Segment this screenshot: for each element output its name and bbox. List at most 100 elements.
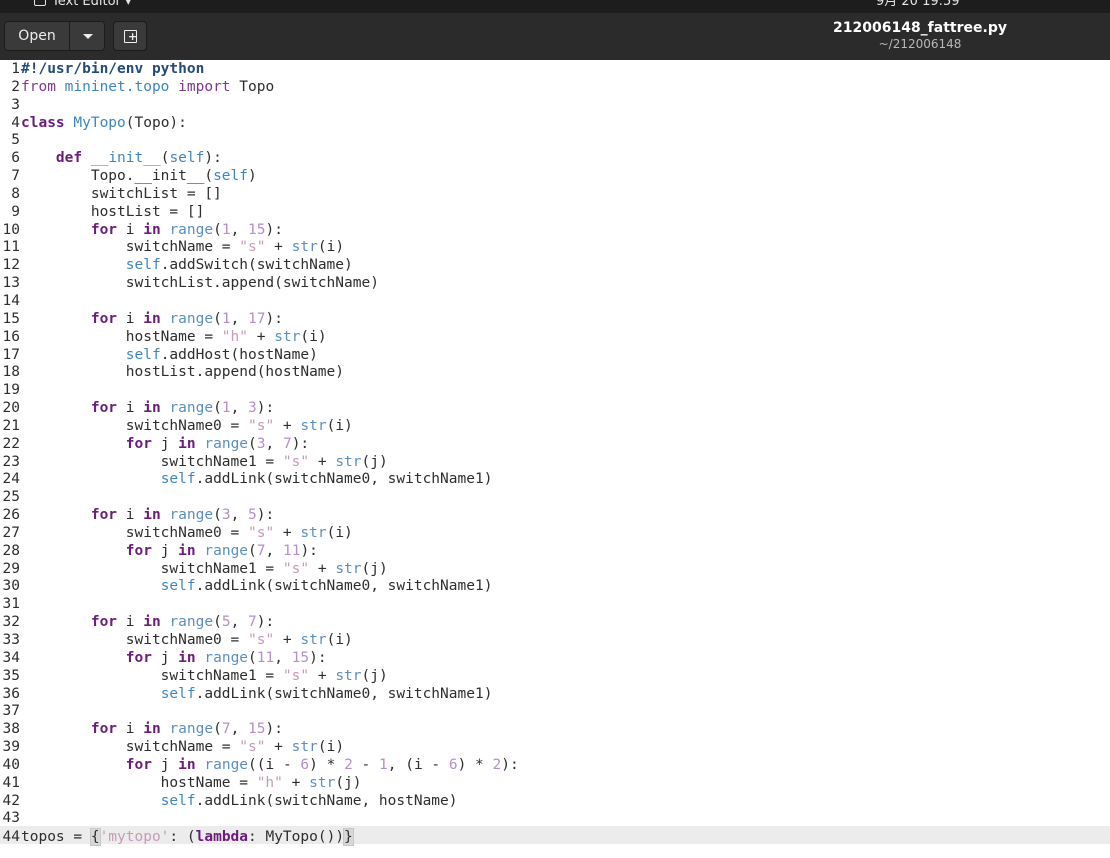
code-line[interactable]: 39 switchName = "s" + str(i) [0, 739, 519, 757]
code-text: switchList.append(switchName) [21, 275, 379, 292]
line-number: 5 [11, 132, 20, 149]
code-line[interactable]: 35 switchName1 = "s" + str(j) [0, 668, 519, 686]
app-menu[interactable]: Text Editor ▾ [34, 0, 132, 10]
line-number: 35 [2, 667, 20, 684]
code-line[interactable]: 23 switchName1 = "s" + str(j) [0, 454, 519, 472]
code-line[interactable]: 5 [0, 132, 519, 150]
code-line[interactable]: 14 [0, 293, 519, 311]
code-text: switchName0 = "s" + str(i) [21, 632, 353, 648]
code-text: switchName1 = "s" + str(j) [21, 560, 388, 577]
code-text: self.addHost(hostName) [125, 346, 318, 363]
code-text: for i in range(1, 15): [90, 221, 283, 238]
code-line[interactable]: 11 switchName = "s" + str(i) [0, 239, 519, 257]
code-line[interactable]: 31 [0, 596, 519, 614]
clock[interactable]: 9月 20 19:59 [876, 0, 960, 10]
code-line[interactable]: 7 Topo.__init__(self) [0, 168, 519, 186]
code-line[interactable]: 26 for i in range(3, 5): [0, 507, 519, 525]
code-line[interactable]: 8 switchList = [] [0, 186, 519, 204]
code-line[interactable]: 42 self.addLink(switchName, hostName) [0, 793, 519, 811]
line-number: 25 [2, 489, 20, 506]
line-number: 2 [11, 78, 20, 95]
code-text: self.addLink(switchName0, switchName1) [160, 578, 493, 595]
code-line[interactable]: 22 for j in range(3, 7): [0, 436, 519, 454]
line-number: 7 [11, 168, 20, 185]
code-view[interactable]: 1#!/usr/bin/env python 2from mininet.topo… [0, 61, 519, 847]
code-line[interactable]: 32 for i in range(5, 7): [0, 614, 519, 632]
code-text: for j in range((i - 6) * 2 - 1, (i - 6) … [125, 756, 519, 773]
code-line[interactable]: 43 [0, 810, 519, 828]
line-number: 1 [11, 61, 20, 77]
code-line[interactable]: 21 switchName0 = "s" + str(i) [0, 418, 519, 436]
code-line[interactable]: 38 for i in range(7, 15): [0, 721, 519, 739]
code-line[interactable]: 16 hostName = "h" + str(i) [0, 329, 519, 347]
code-line[interactable]: 3 [0, 97, 519, 115]
code-line[interactable]: 44topos = {'mytopo': (lambda: MyTopo())} [0, 828, 519, 847]
code-line[interactable]: 1#!/usr/bin/env python [0, 61, 519, 79]
code-editor[interactable]: 1#!/usr/bin/env python 2from mininet.topo… [0, 60, 1110, 858]
code-line[interactable]: 17 self.addHost(hostName) [0, 347, 519, 365]
code-text: self.addLink(switchName0, switchName1) [160, 471, 493, 488]
code-line[interactable]: 6 def __init__(self): [0, 150, 519, 168]
code-line[interactable]: 9 hostList = [] [0, 204, 519, 222]
code-text: from mininet.topo import Topo [21, 78, 275, 95]
code-line[interactable]: 15 for i in range(1, 17): [0, 311, 519, 329]
open-button[interactable]: Open [4, 21, 70, 51]
code-line[interactable]: 19 [0, 382, 519, 400]
code-line[interactable]: 41 hostName = "h" + str(j) [0, 775, 519, 793]
line-number: 8 [11, 185, 20, 202]
code-line[interactable]: 24 self.addLink(switchName0, switchName1… [0, 471, 519, 489]
document-path: ~/212006148 [878, 37, 962, 51]
code-line[interactable]: 37 [0, 703, 519, 721]
line-number: 40 [2, 756, 20, 773]
line-number: 32 [2, 614, 20, 631]
code-line[interactable]: 33 switchName0 = "s" + str(i) [0, 632, 519, 650]
code-text: def __init__(self): [55, 150, 222, 167]
line-number: 14 [2, 292, 20, 309]
code-text: class MyTopo(Topo): [21, 114, 187, 131]
document-title: 212006148_fattree.py [833, 20, 1007, 36]
code-line[interactable]: 20 for i in range(1, 3): [0, 400, 519, 418]
chevron-down-icon [83, 34, 93, 39]
app-menu-label: Text Editor ▾ [52, 0, 132, 9]
code-text: for j in range(7, 11): [125, 542, 318, 559]
code-text: for j in range(3, 7): [125, 435, 310, 452]
code-text: hostList.append(hostName) [21, 364, 345, 381]
code-line[interactable]: 28 for j in range(7, 11): [0, 543, 519, 561]
line-number: 13 [2, 275, 20, 292]
code-line[interactable]: 13 switchList.append(switchName) [0, 275, 519, 293]
code-line[interactable]: 36 self.addLink(switchName0, switchName1… [0, 686, 519, 704]
line-number: 16 [2, 328, 20, 345]
code-line[interactable]: 2from mininet.topo import Topo [0, 79, 519, 97]
code-line[interactable]: 25 [0, 489, 519, 507]
code-text: hostList = [] [21, 203, 205, 220]
code-line[interactable]: 29 switchName1 = "s" + str(j) [0, 561, 519, 579]
new-tab-button[interactable]: + [113, 21, 147, 51]
code-text: switchName = "s" + str(i) [21, 239, 345, 256]
code-line[interactable]: 12 self.addSwitch(switchName) [0, 257, 519, 275]
code-line[interactable]: 30 self.addLink(switchName0, switchName1… [0, 578, 519, 596]
line-number: 36 [2, 685, 20, 702]
code-line[interactable]: 34 for j in range(11, 15): [0, 650, 519, 668]
line-number: 15 [2, 310, 20, 327]
code-line[interactable]: 10 for i in range(1, 15): [0, 222, 519, 240]
open-menu-button[interactable] [69, 21, 105, 51]
code-line[interactable]: 18 hostList.append(hostName) [0, 364, 519, 382]
code-text: Topo.__init__(self) [21, 168, 257, 185]
code-text: switchName1 = "s" + str(j) [21, 453, 388, 470]
code-text: switchName1 = "s" + str(j) [21, 667, 388, 684]
code-line[interactable]: 4class MyTopo(Topo): [0, 115, 519, 133]
line-number: 42 [2, 792, 20, 809]
code-line[interactable]: 27 switchName0 = "s" + str(i) [0, 525, 519, 543]
code-line[interactable]: 40 for j in range((i - 6) * 2 - 1, (i - … [0, 757, 519, 775]
line-number: 43 [2, 810, 20, 827]
line-number: 6 [11, 150, 20, 167]
code-text: for i in range(7, 15): [90, 721, 283, 738]
line-number: 29 [2, 560, 20, 577]
